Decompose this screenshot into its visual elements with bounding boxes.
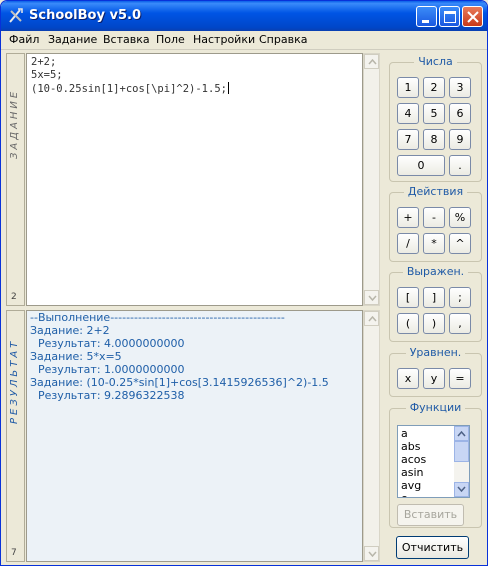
title-bar[interactable]: SchoolBoy v5.0 [1, 1, 487, 31]
expressions-group-title: Выражен. [402, 265, 469, 278]
close-icon [467, 11, 479, 23]
maximize-button[interactable] [439, 6, 460, 27]
menu-file[interactable]: Файл [9, 33, 39, 46]
list-item[interactable]: abs [401, 440, 420, 453]
decimal-point-button[interactable]: . [449, 155, 471, 176]
text-caret [227, 82, 229, 94]
list-item[interactable]: acos [401, 453, 426, 466]
task-line-text: (10-0.25sin[1]+cos[\pi]^2)-1.5; [31, 83, 227, 95]
menu-insert[interactable]: Вставка [103, 33, 150, 46]
list-item[interactable]: c [401, 492, 407, 497]
multiply-button[interactable]: * [423, 233, 445, 254]
scroll-down-button[interactable] [364, 290, 379, 305]
variable-y-button[interactable]: y [423, 368, 445, 389]
task-line: (10-0.25sin[1]+cos[\pi]^2)-1.5; [31, 82, 229, 95]
result-line: --Выполнение----------------------------… [30, 311, 285, 324]
digit-0-button[interactable]: 0 [397, 155, 445, 176]
numbers-group-title: Числа [414, 55, 457, 68]
digit-2-button[interactable]: 2 [423, 77, 445, 98]
actions-group-title: Действия [403, 185, 468, 198]
numbers-group: Числа 1 2 3 4 5 6 7 8 9 0 . [389, 55, 482, 182]
scroll-up-button[interactable] [364, 54, 379, 69]
digit-4-button[interactable]: 4 [397, 103, 419, 124]
result-line: Результат: 1.0000000000 [38, 363, 185, 376]
task-line-count: 2 [11, 292, 17, 302]
digit-1-button[interactable]: 1 [397, 77, 419, 98]
minimize-icon [422, 20, 429, 23]
functions-group-title: Функции [405, 401, 466, 414]
result-side-strip: РЕЗУЛЬТАТ 7 [6, 310, 25, 562]
clear-button[interactable]: Отчистить [396, 536, 469, 559]
semicolon-button[interactable]: ; [449, 287, 471, 308]
main-window: SchoolBoy v5.0 Файл Задание Вставка Поле… [0, 0, 488, 566]
digit-6-button[interactable]: 6 [449, 103, 471, 124]
menu-bar: Файл Задание Вставка Поле Настройки Спра… [1, 31, 487, 50]
variable-x-button[interactable]: x [397, 368, 419, 389]
task-side-label: ЗАДАНИЕ [9, 88, 20, 160]
equals-button[interactable]: = [449, 368, 471, 389]
result-side-label: РЕЗУЛЬТАТ [9, 338, 20, 424]
list-item[interactable]: asin [401, 466, 424, 479]
menu-settings[interactable]: Настройки [193, 33, 255, 46]
digit-9-button[interactable]: 9 [449, 129, 471, 150]
scroll-up-button[interactable] [364, 311, 379, 326]
result-output[interactable]: --Выполнение----------------------------… [26, 310, 363, 562]
result-line: Задание: 5*x=5 [30, 350, 122, 363]
functions-group: Функции a abs acos asin avg c Вставить [389, 401, 482, 528]
scrollbar-icon [454, 426, 469, 497]
maximize-icon [444, 11, 456, 23]
digit-7-button[interactable]: 7 [397, 129, 419, 150]
scroll-down-button[interactable] [364, 546, 379, 561]
insert-function-button[interactable]: Вставить [397, 504, 464, 526]
chevron-up-icon [368, 316, 377, 322]
functions-list[interactable]: a abs acos asin avg c [397, 425, 470, 498]
task-scrollbar[interactable] [363, 53, 380, 306]
app-icon [9, 8, 23, 23]
task-editor[interactable]: 2+2; 5x=5; (10-0.25sin[1]+cos[\pi]^2)-1.… [26, 53, 363, 306]
menu-help[interactable]: Справка [259, 33, 307, 46]
result-line: Результат: 4.0000000000 [38, 337, 185, 350]
close-paren-button[interactable]: ) [423, 313, 445, 334]
chevron-down-icon [368, 295, 377, 301]
functions-scrollbar[interactable] [454, 426, 469, 497]
result-line: Задание: 2+2 [30, 324, 110, 337]
close-button[interactable] [462, 6, 483, 27]
list-item[interactable]: a [401, 427, 408, 440]
menu-task[interactable]: Задание [48, 33, 97, 46]
minimize-button[interactable] [416, 6, 437, 27]
close-bracket-button[interactable]: ] [423, 287, 445, 308]
minus-button[interactable]: - [423, 207, 445, 228]
equations-group-title: Уравнен. [405, 346, 466, 359]
digit-3-button[interactable]: 3 [449, 77, 471, 98]
window-title: SchoolBoy v5.0 [29, 8, 141, 23]
result-line: Задание: (10-0.25*sin[1]+cos[3.141592653… [30, 376, 329, 389]
result-line-count: 7 [11, 548, 17, 558]
digit-8-button[interactable]: 8 [423, 129, 445, 150]
open-bracket-button[interactable]: [ [397, 287, 419, 308]
power-button[interactable]: ^ [449, 233, 471, 254]
task-line: 5x=5; [31, 69, 63, 81]
open-paren-button[interactable]: ( [397, 313, 419, 334]
comma-button[interactable]: , [449, 313, 471, 334]
task-side-strip: ЗАДАНИЕ 2 [6, 53, 25, 306]
plus-button[interactable]: + [397, 207, 419, 228]
digit-5-button[interactable]: 5 [423, 103, 445, 124]
actions-group: Действия + - % / * ^ [389, 185, 482, 262]
equations-group: Уравнен. x y = [389, 346, 482, 397]
expressions-group: Выражен. [ ] ; ( ) , [389, 265, 482, 342]
list-item[interactable]: avg [401, 479, 421, 492]
result-scrollbar[interactable] [363, 310, 380, 562]
percent-button[interactable]: % [449, 207, 471, 228]
divide-button[interactable]: / [397, 233, 419, 254]
task-line: 2+2; [31, 56, 57, 68]
chevron-down-icon [368, 551, 377, 557]
result-line: Результат: 9.2896322538 [38, 389, 185, 402]
menu-field[interactable]: Поле [156, 33, 185, 46]
chevron-up-icon [368, 59, 377, 65]
